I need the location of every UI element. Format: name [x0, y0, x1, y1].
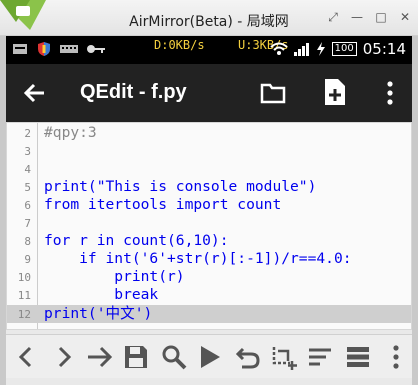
line-number: 6 — [24, 199, 31, 212]
line-number: 7 — [24, 217, 31, 230]
more-options-icon[interactable] — [382, 343, 410, 371]
shield-icon — [38, 42, 50, 56]
line-text: break — [44, 286, 159, 303]
charging-icon — [316, 42, 325, 56]
line-text: print('中文') — [44, 305, 153, 322]
line-text: #qpy:3 — [44, 124, 97, 141]
save-icon[interactable] — [122, 343, 150, 371]
app-toolbar: QEdit - f.py — [6, 64, 412, 122]
close-icon[interactable]: ✕ — [398, 10, 412, 25]
window-controls: ⤢ — □ ✕ — [326, 10, 412, 25]
maximize-icon[interactable]: □ — [374, 10, 388, 25]
code-line[interactable]: 11 break — [7, 286, 411, 304]
undo-icon[interactable] — [234, 343, 262, 371]
line-number: 8 — [24, 235, 31, 248]
snippet-icon[interactable] — [270, 343, 298, 371]
window-titlebar: AirMirror(Beta) - 局域网 ⤢ — □ ✕ — [0, 0, 418, 36]
overflow-menu-icon[interactable] — [384, 80, 396, 106]
code-line[interactable]: 4 — [7, 160, 411, 178]
search-icon[interactable] — [160, 343, 188, 371]
signal-icon — [293, 43, 309, 56]
code-line[interactable]: 7 — [7, 214, 411, 232]
code-line-highlighted[interactable]: 12 print('中文') — [7, 305, 411, 323]
line-text: for r in count(6,10): — [44, 232, 229, 249]
code-line[interactable]: 3 — [7, 142, 411, 160]
code-editor[interactable]: 2 #qpy:3 3 4 5 print("This is console mo… — [6, 122, 412, 330]
line-number: 11 — [17, 289, 31, 302]
editor-bottom-toolbar — [6, 334, 412, 378]
minimize-icon[interactable]: — — [350, 10, 364, 25]
app-title: QEdit - f.py — [80, 81, 187, 103]
wifi-icon — [270, 42, 288, 55]
android-status-bar: D:0KB/s U:3KB/s 100 05:14 — [6, 36, 412, 64]
settings-list-icon[interactable] — [344, 343, 372, 371]
run-icon[interactable] — [196, 343, 224, 371]
code-line[interactable]: 9 if int('6'+str(r)[:-1])/r==4.0: — [7, 250, 411, 268]
pin-icon[interactable]: ⤢ — [326, 10, 340, 25]
line-number: 5 — [24, 181, 31, 194]
code-line[interactable]: 8 for r in count(6,10): — [7, 232, 411, 250]
line-number: 4 — [24, 163, 31, 176]
undo-arrow-left-icon[interactable] — [12, 343, 40, 371]
battery-level: 100 — [331, 42, 357, 56]
key-icon — [87, 45, 105, 53]
redo-arrow-right-icon[interactable] — [50, 343, 78, 371]
code-line[interactable]: 10 print(r) — [7, 268, 411, 286]
window-right-border — [412, 36, 418, 385]
line-number: 9 — [24, 253, 31, 266]
download-speed: D:0KB/s — [154, 38, 205, 52]
code-line[interactable]: 2 #qpy:3 — [7, 124, 411, 142]
line-text: from itertools import count — [44, 196, 282, 213]
line-text: print(r) — [44, 268, 185, 285]
back-arrow-icon[interactable] — [20, 78, 50, 108]
open-folder-icon[interactable] — [260, 80, 286, 106]
format-icon[interactable] — [306, 343, 334, 371]
line-text: if int('6'+str(r)[:-1])/r==4.0: — [44, 250, 352, 267]
code-line[interactable]: 5 print("This is console module") — [7, 178, 411, 196]
line-number: 3 — [24, 145, 31, 158]
line-text: print("This is console module") — [44, 178, 317, 195]
status-time: 05:14 — [362, 40, 406, 58]
new-file-icon[interactable] — [322, 78, 348, 106]
code-line[interactable]: 6 from itertools import count — [7, 196, 411, 214]
line-number: 10 — [17, 271, 31, 284]
line-number: 12 — [17, 308, 31, 321]
keyboard-icon — [60, 45, 78, 53]
gallery-notification-icon — [13, 44, 27, 54]
goto-line-icon[interactable] — [86, 343, 114, 371]
line-number: 2 — [24, 127, 31, 140]
